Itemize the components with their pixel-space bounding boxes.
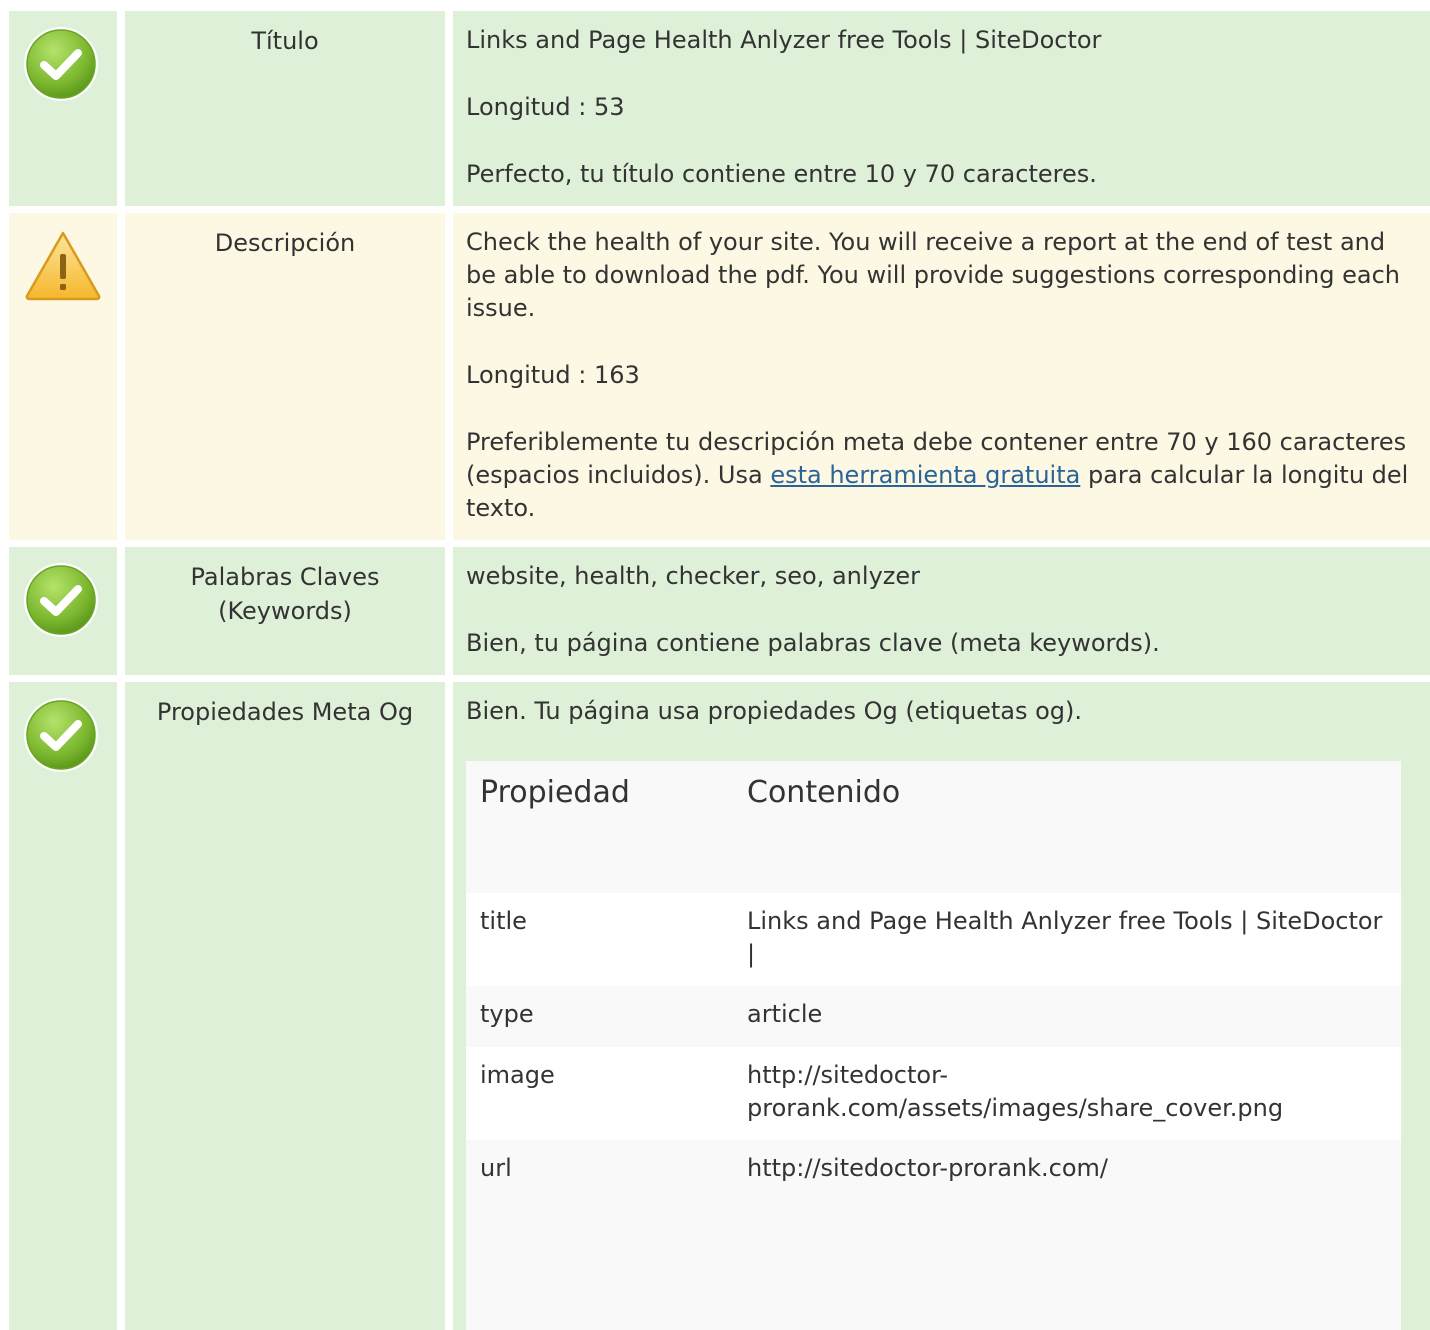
body-cell: Links and Page Health Anlyzer free Tools… — [453, 11, 1430, 206]
label-cell: Propiedades Meta Og — [125, 682, 445, 1330]
report-row-descripcion: Descripción Check the health of your sit… — [9, 213, 1430, 540]
body-cell: Bien. Tu página usa propiedades Og (etiq… — [453, 682, 1430, 1330]
body-cell: Check the health of your site. You will … — [453, 213, 1430, 540]
og-properties-table: Propiedad Contenido title Links and Page… — [466, 761, 1401, 1330]
check-circle-icon — [24, 27, 98, 101]
title-length: Longitud : 53 — [466, 93, 625, 121]
title-message: Perfecto, tu título contiene entre 10 y … — [466, 160, 1097, 188]
label-cell: Descripción — [125, 213, 445, 540]
og-content: Links and Page Health Anlyzer free Tools… — [747, 907, 1383, 968]
free-tool-link[interactable]: esta herramienta gratuita — [770, 461, 1080, 489]
table-row: image http://sitedoctor-prorank.com/asse… — [466, 1047, 1401, 1140]
row-label: Título — [251, 27, 319, 55]
table-row: title Links and Page Health Anlyzer free… — [466, 893, 1401, 986]
description-message: Preferiblemente tu descripción meta debe… — [466, 426, 1416, 525]
check-circle-icon — [24, 698, 98, 772]
row-label: Descripción — [214, 229, 356, 257]
report-row-keywords: Palabras Claves (Keywords) website, heal… — [9, 547, 1430, 675]
og-content: http://sitedoctor-prorank.com/assets/ima… — [747, 1061, 1284, 1122]
description-length: Longitud : 163 — [466, 361, 640, 389]
status-cell — [9, 213, 117, 540]
keywords-message: Bien, tu página contiene palabras clave … — [466, 629, 1160, 657]
seo-report: Título Links and Page Health Anlyzer fre… — [0, 0, 1430, 1330]
table-row: url http://sitedoctor-prorank.com/ — [466, 1140, 1401, 1330]
check-circle-icon — [24, 563, 98, 637]
warning-triangle-icon — [25, 231, 101, 301]
status-cell — [9, 11, 117, 206]
og-property: type — [480, 1000, 534, 1028]
label-cell: Título — [125, 11, 445, 206]
row-label: Palabras Claves (Keywords) — [190, 563, 380, 625]
og-content: article — [747, 1000, 823, 1028]
status-cell — [9, 682, 117, 1330]
body-cell: website, health, checker, seo, anlyzer B… — [453, 547, 1430, 675]
og-message: Bien. Tu página usa propiedades Og (etiq… — [466, 697, 1082, 725]
description-value: Check the health of your site. You will … — [466, 228, 1400, 322]
status-cell — [9, 547, 117, 675]
header-property: Propiedad — [480, 775, 630, 810]
title-value: Links and Page Health Anlyzer free Tools… — [466, 26, 1102, 54]
report-row-titulo: Título Links and Page Health Anlyzer fre… — [9, 11, 1430, 206]
table-header: Propiedad Contenido — [466, 761, 1401, 893]
label-cell: Palabras Claves (Keywords) — [125, 547, 445, 675]
og-property: title — [480, 907, 527, 935]
og-property: url — [480, 1154, 512, 1182]
table-row: type article — [466, 986, 1401, 1047]
row-label: Propiedades Meta Og — [156, 698, 414, 726]
header-content: Contenido — [747, 775, 901, 810]
og-content: http://sitedoctor-prorank.com/ — [747, 1154, 1108, 1182]
keywords-value: website, health, checker, seo, anlyzer — [466, 562, 920, 590]
og-property: image — [480, 1061, 555, 1089]
report-row-og: Propiedades Meta Og Bien. Tu página usa … — [9, 682, 1430, 1330]
